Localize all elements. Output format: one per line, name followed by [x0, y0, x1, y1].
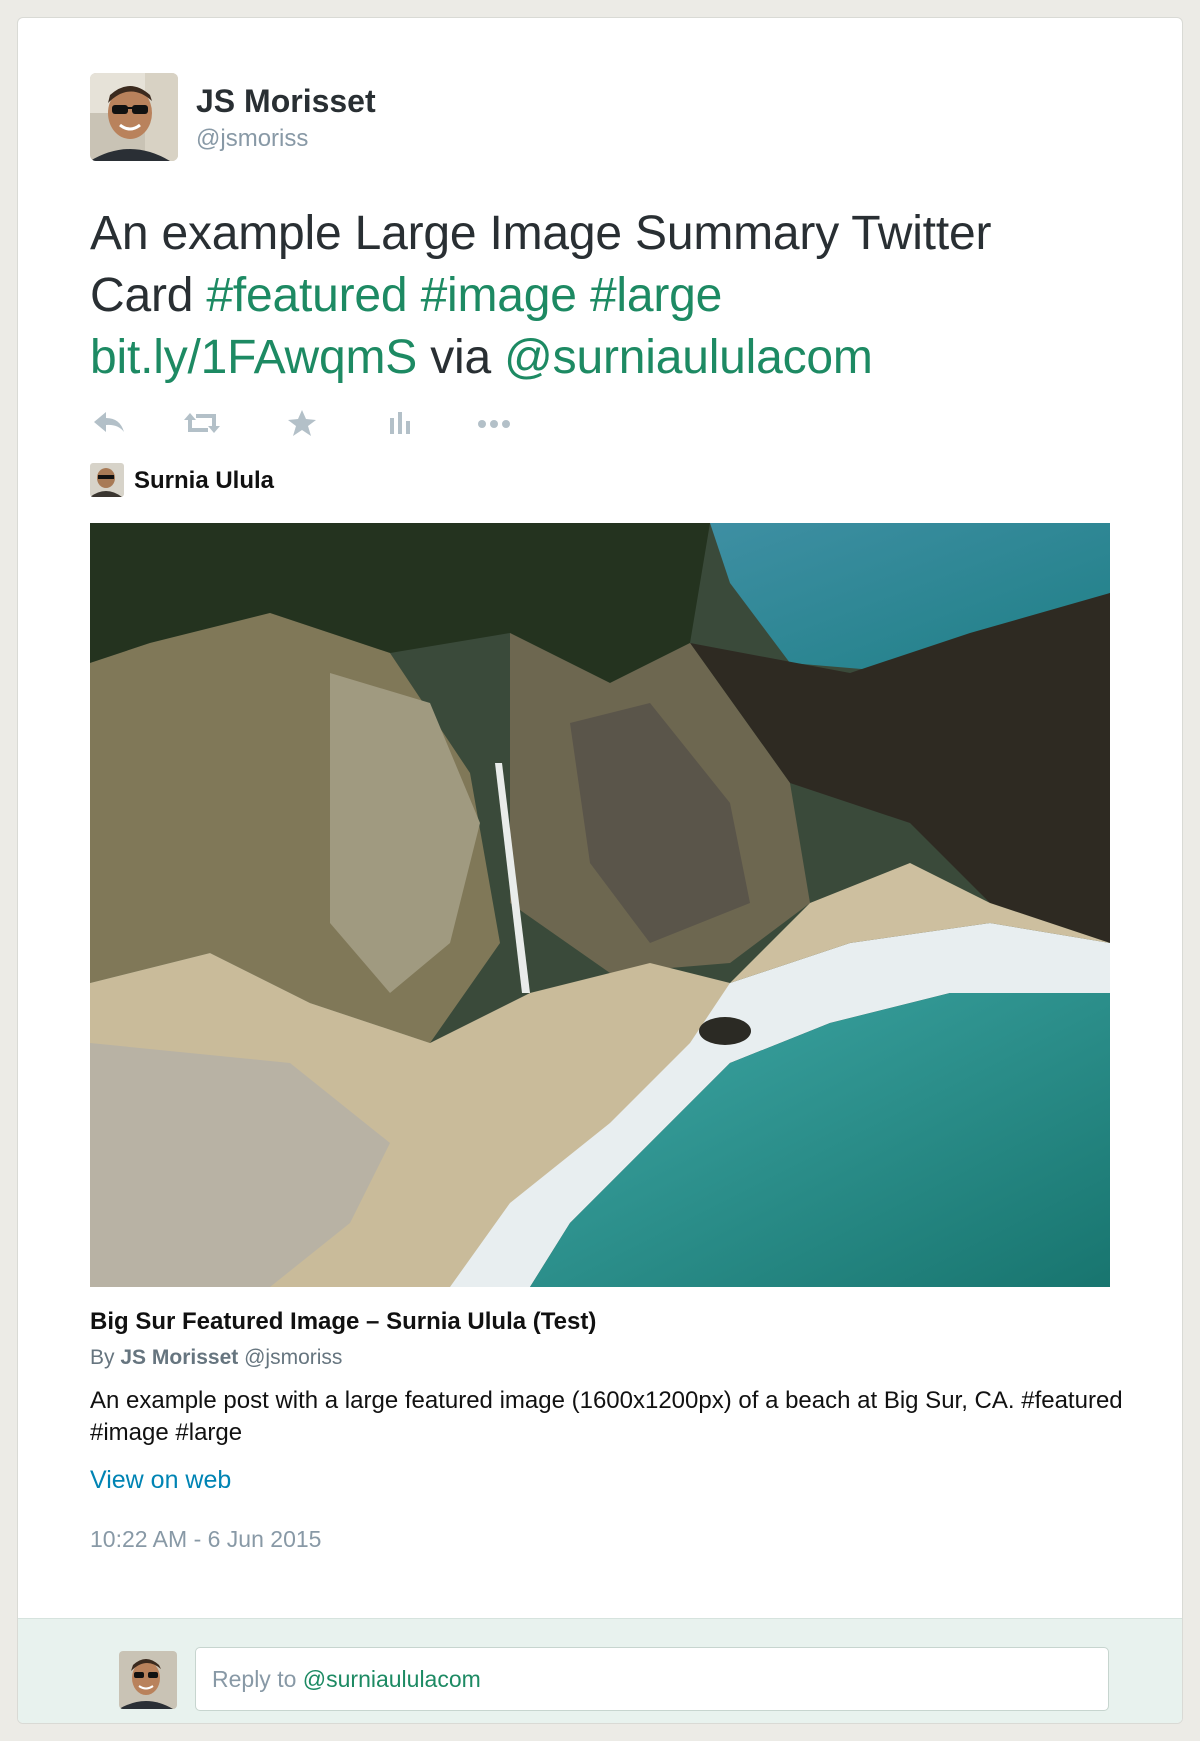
tweet-text: An example Large Image Summary Twitter C… — [90, 203, 1090, 389]
creator-name[interactable]: JS Morisset — [120, 1346, 238, 1369]
favorite-star-icon[interactable] — [282, 408, 322, 438]
tweet-link[interactable]: bit.ly/1FAwqmS — [90, 331, 417, 384]
creator-handle[interactable]: @jsmoriss — [244, 1346, 342, 1369]
tweet-actions — [90, 408, 590, 438]
author-handle[interactable]: @jsmoriss — [196, 125, 308, 153]
card-title[interactable]: Big Sur Featured Image – Surnia Ulula (T… — [90, 1308, 596, 1336]
via-label: via — [430, 331, 492, 384]
analytics-bars-icon[interactable] — [380, 408, 420, 438]
view-on-web-link[interactable]: View on web — [90, 1466, 231, 1495]
card-description: An example post with a large featured im… — [90, 1387, 1123, 1446]
reply-mention: @surniaululacom — [302, 1666, 481, 1692]
current-user-avatar — [119, 1651, 177, 1709]
tweet-timestamp[interactable]: 10:22 AM - 6 Jun 2015 — [90, 1526, 321, 1553]
author-name[interactable]: JS Morisset — [196, 83, 376, 120]
reply-icon[interactable] — [90, 408, 130, 438]
more-dots-icon[interactable] — [474, 408, 514, 438]
hashtag-featured[interactable]: #featured — [206, 269, 407, 322]
hashtag-image[interactable]: #image — [421, 269, 577, 322]
tweet-card: JS Morisset @jsmoriss An example Large I… — [17, 17, 1183, 1724]
reply-bar: Reply to @surniaululacom — [18, 1618, 1182, 1723]
reply-input[interactable]: Reply to @surniaululacom — [195, 1647, 1109, 1711]
hashtag-large[interactable]: #large — [590, 269, 722, 322]
card-byline: By JS Morisset @jsmoriss — [90, 1346, 342, 1370]
via-mention[interactable]: @surniaululacom — [504, 331, 873, 384]
featured-image[interactable] — [90, 523, 1110, 1287]
retweet-icon[interactable] — [182, 408, 222, 438]
author-avatar[interactable] — [90, 73, 178, 161]
site-name[interactable]: Surnia Ulula — [134, 467, 274, 495]
by-label: By — [90, 1346, 115, 1369]
site-avatar[interactable] — [90, 463, 124, 497]
reply-prefix: Reply to — [212, 1666, 297, 1692]
